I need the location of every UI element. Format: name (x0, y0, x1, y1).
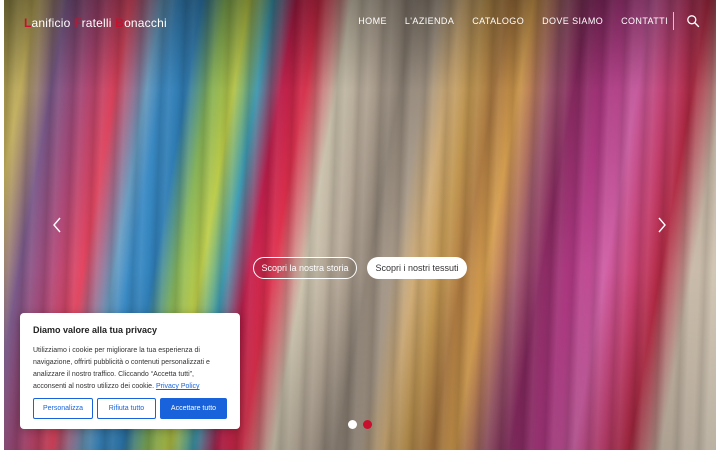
nav-item-contatti[interactable]: CONTATTI (621, 16, 668, 26)
customize-button[interactable]: Personalizza (33, 398, 93, 419)
logo-initial: F (74, 16, 82, 30)
cookie-consent-banner: Diamo valore alla tua privacy Utilizziam… (20, 313, 240, 429)
logo-text: onacchi (124, 16, 167, 30)
slider-pagination (348, 420, 372, 429)
slider-dot[interactable] (363, 420, 372, 429)
discover-fabrics-button[interactable]: Scopri i nostri tessuti (367, 257, 467, 279)
cookie-actions: Personalizza Rifiuta tutto Accettare tut… (33, 398, 227, 419)
site-logo[interactable]: Lanificio Fratelli Bonacchi (24, 16, 167, 30)
search-icon[interactable] (686, 14, 700, 28)
cookie-description: Utilizziamo i cookie per migliorare la t… (33, 345, 227, 393)
nav-item-catalogo[interactable]: CATALOGO (472, 16, 524, 26)
logo-initial: B (115, 16, 125, 30)
discover-story-button[interactable]: Scopri la nostra storia (253, 257, 357, 279)
reject-all-button[interactable]: Rifiuta tutto (97, 398, 156, 419)
main-nav: HOME L'AZIENDA CATALOGO DOVE SIAMO CONTA… (358, 16, 668, 26)
chevron-left-icon[interactable] (50, 216, 64, 234)
accept-all-button[interactable]: Accettare tutto (160, 398, 227, 419)
cookie-title: Diamo valore alla tua privacy (33, 325, 158, 335)
logo-text: anificio (31, 16, 75, 30)
slider-dot[interactable] (348, 420, 357, 429)
nav-divider (673, 12, 674, 30)
nav-item-azienda[interactable]: L'AZIENDA (405, 16, 454, 26)
nav-item-dove-siamo[interactable]: DOVE SIAMO (542, 16, 603, 26)
logo-text: ratelli (81, 16, 116, 30)
logo-initial: L (24, 16, 32, 30)
chevron-right-icon[interactable] (655, 216, 669, 234)
nav-item-home[interactable]: HOME (358, 16, 387, 26)
privacy-policy-link[interactable]: Privacy Policy (156, 383, 200, 390)
